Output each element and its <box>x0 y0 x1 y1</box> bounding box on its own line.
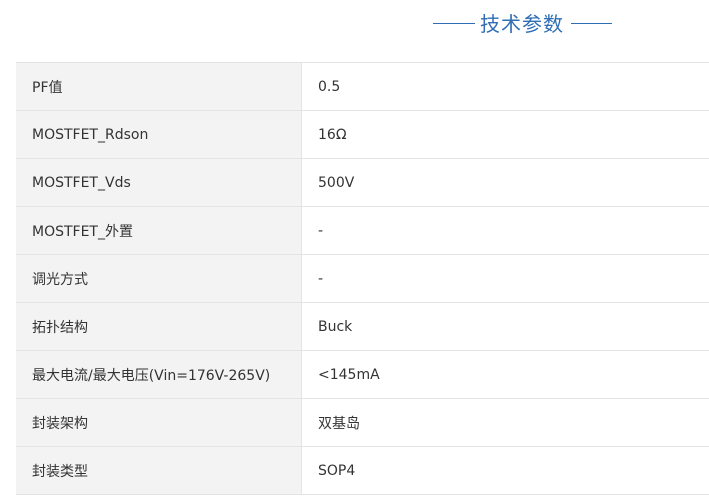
spec-row-topology: 拓扑结构 Buck <box>16 302 709 351</box>
spec-row-max-current: 最大电流/最大电压(Vin=176V-265V) <145mA <box>16 350 709 399</box>
spec-row-package-arch: 封装架构 双基岛 <box>16 398 709 447</box>
spec-value: 500V <box>301 158 709 207</box>
spec-label: 调光方式 <box>16 254 302 303</box>
spec-label: 封装类型 <box>16 446 302 495</box>
spec-value: 16Ω <box>301 110 709 159</box>
spec-value: Buck <box>301 302 709 351</box>
spec-value: SOP4 <box>301 446 709 495</box>
spec-value: <145mA <box>301 350 709 399</box>
spec-row-external: MOSTFET_外置 - <box>16 206 709 255</box>
spec-label: 拓扑结构 <box>16 302 302 351</box>
spec-row-dimming: 调光方式 - <box>16 254 709 303</box>
spec-value: - <box>301 206 709 255</box>
spec-label: MOSTFET_Rdson <box>16 110 302 159</box>
spec-value: - <box>301 254 709 303</box>
spec-row-rdson: MOSTFET_Rdson 16Ω <box>16 110 709 159</box>
title-rule-right <box>571 23 612 24</box>
spec-row-pf: PF值 0.5 <box>16 62 709 111</box>
spec-label: MOSTFET_Vds <box>16 158 302 207</box>
spec-value: 0.5 <box>301 62 709 111</box>
spec-row-package-type: 封装类型 SOP4 <box>16 446 709 495</box>
section-header: 技术参数 <box>0 10 709 38</box>
spec-value: 双基岛 <box>301 398 709 447</box>
spec-label: 封装架构 <box>16 398 302 447</box>
spec-label: 最大电流/最大电压(Vin=176V-265V) <box>16 350 302 399</box>
spec-row-vds: MOSTFET_Vds 500V <box>16 158 709 207</box>
spec-table: PF值 0.5 MOSTFET_Rdson 16Ω MOSTFET_Vds 50… <box>16 62 709 495</box>
spec-label: PF值 <box>16 62 302 111</box>
spec-label: MOSTFET_外置 <box>16 206 302 255</box>
title-rule-left <box>433 23 475 24</box>
section-title: 技术参数 <box>480 12 564 36</box>
